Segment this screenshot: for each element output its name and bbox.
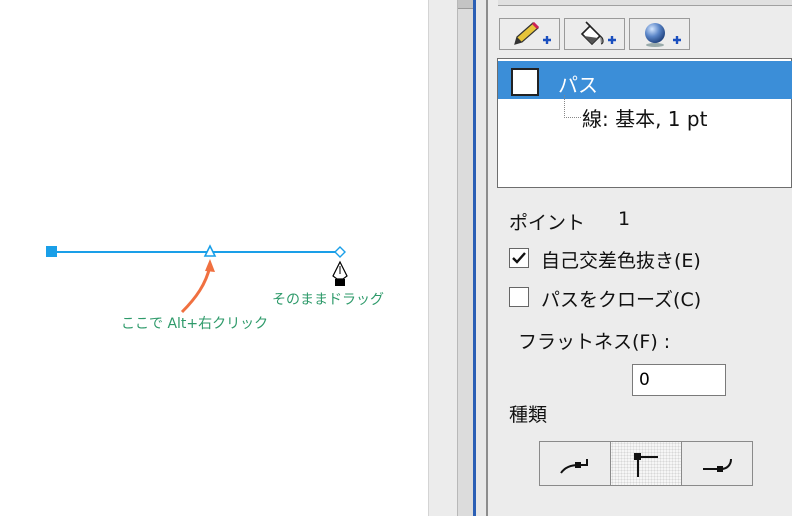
corner-point-icon — [634, 452, 658, 477]
add-fill-button[interactable] — [564, 18, 625, 50]
smooth-point-icon — [703, 458, 732, 472]
path-swatch — [511, 68, 539, 96]
flatness-input[interactable] — [632, 364, 726, 396]
corner-point-button[interactable] — [610, 441, 682, 486]
tree-row-path-label: パス — [558, 73, 598, 97]
tree-row-path[interactable]: パス — [498, 61, 792, 99]
self-intersect-checkbox[interactable] — [509, 248, 529, 268]
type-label: 種類 — [509, 404, 548, 426]
path-drawing — [46, 244, 348, 314]
appearance-tree[interactable]: パス 線: 基本, 1 pt — [497, 58, 792, 188]
point-label: ポイント — [509, 212, 586, 234]
curve-point-icon — [560, 458, 588, 474]
pencil-add-icon — [513, 21, 551, 45]
scrollbar-thumb[interactable] — [458, 0, 474, 9]
flatness-label: フラットネス(F) : — [518, 331, 671, 353]
end-anchor-point[interactable] — [334, 246, 346, 258]
pen-cursor-icon — [332, 260, 348, 286]
annotation-drag: そのままドラッグ — [272, 292, 384, 308]
start-anchor-point[interactable] — [46, 246, 57, 257]
panel-gap — [476, 0, 486, 516]
sphere-add-icon — [644, 23, 681, 47]
tree-connector — [564, 95, 581, 118]
smooth-point-button[interactable] — [681, 441, 753, 486]
fill-bucket-add-icon — [580, 21, 616, 46]
add-effect-button[interactable] — [629, 18, 690, 50]
self-intersect-label[interactable]: 自己交差色抜き(E) — [541, 246, 701, 273]
curve-point-button[interactable] — [539, 441, 611, 486]
tree-row-stroke[interactable]: 線: 基本, 1 pt — [582, 103, 707, 132]
panel-tab-strip — [498, 0, 792, 6]
drawing-canvas[interactable]: そのままドラッグ ここで Alt+右クリック — [0, 0, 428, 516]
annotation-alt-right-click: ここで Alt+右クリック — [121, 316, 269, 332]
close-path-label[interactable]: パスをクローズ(C) — [541, 285, 701, 312]
point-value: 1 — [618, 208, 631, 230]
add-stroke-button[interactable] — [499, 18, 560, 50]
orange-arrow-icon — [180, 259, 215, 314]
checkmark-icon — [512, 252, 526, 264]
close-path-checkbox[interactable] — [509, 287, 529, 307]
